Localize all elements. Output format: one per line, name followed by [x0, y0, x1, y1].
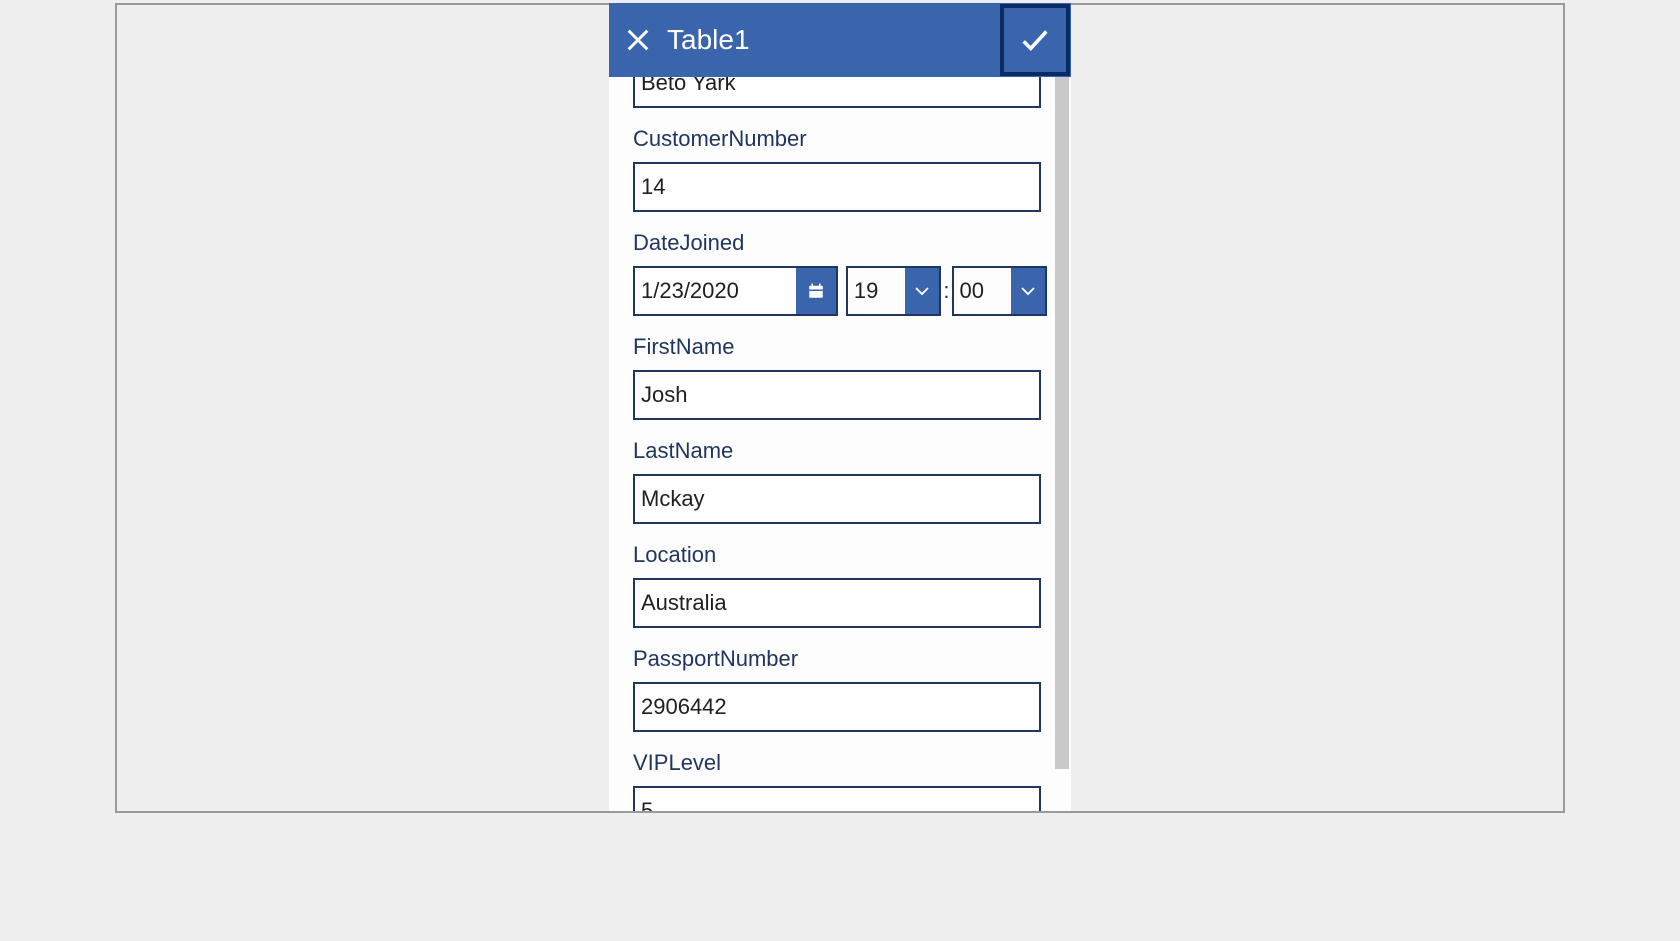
first-name-input[interactable] — [633, 370, 1041, 420]
passport-input[interactable] — [633, 682, 1041, 732]
location-input[interactable] — [633, 578, 1041, 628]
calendar-icon — [807, 282, 825, 300]
date-joined-label: DateJoined — [633, 230, 1047, 256]
date-picker — [633, 266, 838, 316]
chevron-down-icon — [1019, 284, 1037, 298]
time-colon: : — [943, 278, 949, 304]
hour-value: 19 — [848, 268, 906, 314]
customer-number-label: CustomerNumber — [633, 126, 1047, 152]
chevron-down-icon — [913, 284, 931, 298]
check-icon — [1018, 23, 1052, 57]
passport-label: PassportNumber — [633, 646, 1047, 672]
app-screen: Table1 CustomerNumber DateJoined — [609, 3, 1071, 813]
submit-button[interactable] — [1000, 4, 1070, 76]
field-last-name: LastName — [609, 438, 1071, 524]
minute-selector[interactable]: 00 — [952, 266, 1048, 316]
field-passport-number: PassportNumber — [609, 646, 1071, 732]
field-customer-number: CustomerNumber — [609, 126, 1071, 212]
hour-selector[interactable]: 19 — [846, 266, 942, 316]
field-date-joined: DateJoined — [609, 230, 1071, 316]
header-bar: Table1 — [609, 3, 1071, 77]
minute-value: 00 — [954, 268, 1012, 314]
date-picker-button[interactable] — [796, 268, 836, 314]
form-scroll-area[interactable]: CustomerNumber DateJoined — [609, 77, 1071, 813]
field-vip-level: VIPLevel — [609, 750, 1071, 813]
hour-dropdown-button[interactable] — [905, 268, 939, 314]
close-icon — [624, 26, 652, 54]
last-name-label: LastName — [633, 438, 1047, 464]
date-input[interactable] — [635, 268, 796, 314]
last-name-input[interactable] — [633, 474, 1041, 524]
field-prev — [609, 77, 1071, 108]
first-name-label: FirstName — [633, 334, 1047, 360]
field-first-name: FirstName — [609, 334, 1071, 420]
location-label: Location — [633, 542, 1047, 568]
prev-field-input[interactable] — [633, 77, 1041, 108]
field-location: Location — [609, 542, 1071, 628]
header-title: Table1 — [667, 24, 750, 56]
vip-label: VIPLevel — [633, 750, 1047, 776]
customer-number-input[interactable] — [633, 162, 1041, 212]
minute-dropdown-button[interactable] — [1011, 268, 1045, 314]
cancel-button[interactable] — [609, 3, 667, 77]
vip-input[interactable] — [633, 786, 1041, 813]
screenshot-frame: Table1 CustomerNumber DateJoined — [115, 3, 1565, 813]
